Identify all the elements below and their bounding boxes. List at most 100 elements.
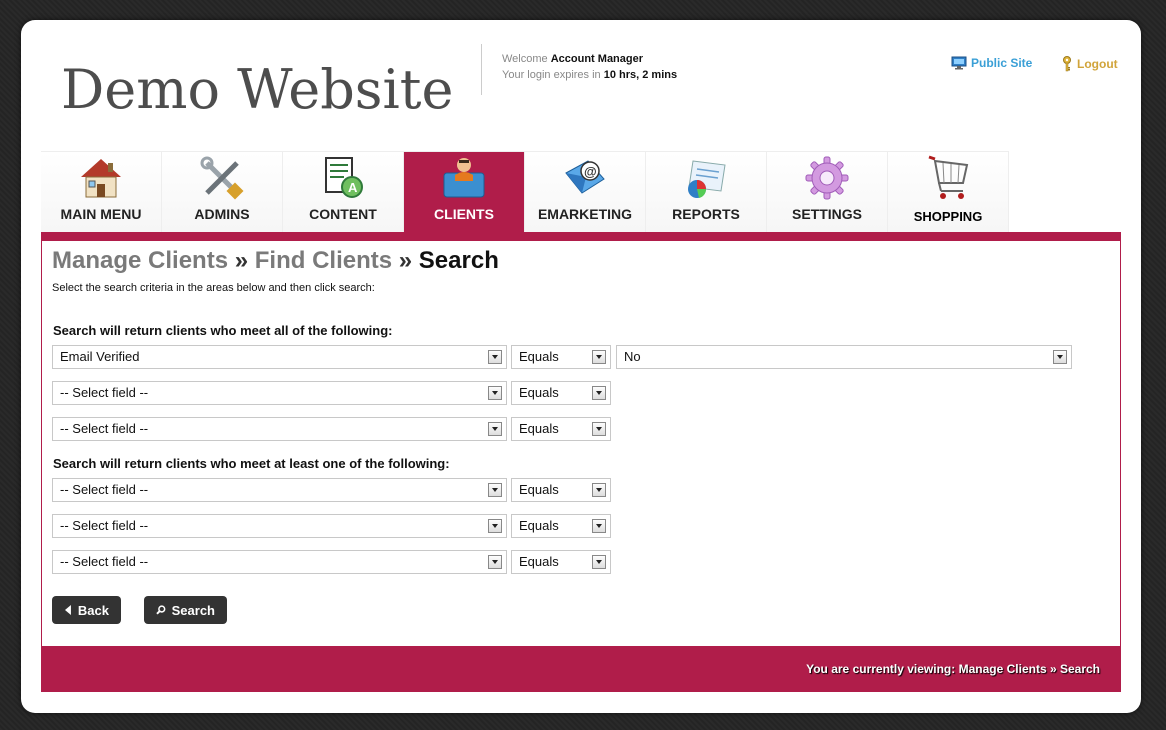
all-operator-select-1[interactable]: Equals [511, 345, 611, 369]
cart-icon [928, 155, 969, 199]
welcome-prefix: Welcome [502, 53, 548, 65]
page-title: Manage Clients » Find Clients » Search [52, 247, 499, 275]
page-frame: Demo Website Welcome Account Manager You… [21, 20, 1141, 713]
report-icon [688, 160, 726, 198]
instructions-text: Select the search criteria in the areas … [52, 282, 375, 294]
select-value: -- Select field -- [60, 385, 149, 400]
clients-icon [443, 158, 485, 198]
tab-settings[interactable]: SETTINGS [767, 151, 888, 232]
expires-line: Your login expires in 10 hrs, 2 mins [502, 67, 677, 83]
select-value: Equals [519, 421, 559, 436]
house-icon [81, 159, 121, 198]
group-any-title: Search will return clients who meet at l… [53, 456, 450, 471]
dropdown-arrow-icon [488, 519, 502, 533]
select-value: Equals [519, 349, 559, 364]
select-value: Equals [519, 482, 559, 497]
any-field-select-2[interactable]: -- Select field -- [52, 514, 507, 538]
current-location: You are currently viewing: Manage Client… [806, 662, 1100, 676]
tab-label: EMARKETING [537, 206, 633, 222]
tab-label: REPORTS [672, 206, 740, 222]
logout-link[interactable]: Logout [1061, 56, 1118, 72]
tab-label: SETTINGS [791, 206, 862, 222]
tab-main-menu[interactable]: MAIN MENU [41, 151, 162, 232]
all-operator-select-3[interactable]: Equals [511, 417, 611, 441]
dropdown-arrow-icon [592, 555, 606, 569]
main-panel: Manage Clients » Find Clients » Search S… [41, 232, 1121, 656]
welcome-box: Welcome Account Manager Your login expir… [481, 44, 677, 95]
dropdown-arrow-icon [1053, 350, 1067, 364]
select-value: -- Select field -- [60, 421, 149, 436]
all-field-select-2[interactable]: -- Select field -- [52, 381, 507, 405]
dropdown-arrow-icon [488, 386, 502, 400]
breadcrumb-separator: » [398, 247, 413, 274]
email-icon: @ [565, 160, 605, 194]
dropdown-arrow-icon [488, 555, 502, 569]
tab-reports[interactable]: REPORTS [646, 151, 767, 232]
tab-shopping[interactable]: SHOPPING [888, 151, 1009, 232]
select-value: Email Verified [60, 349, 140, 364]
tab-content[interactable]: A CONTENT [283, 151, 404, 232]
breadcrumb-manage-clients[interactable]: Manage Clients [52, 247, 228, 274]
select-value: -- Select field -- [60, 554, 149, 569]
svg-text:A: A [348, 180, 358, 195]
any-field-select-3[interactable]: -- Select field -- [52, 550, 507, 574]
select-value: -- Select field -- [60, 518, 149, 533]
user-name: Account Manager [550, 53, 644, 65]
dropdown-arrow-icon [592, 483, 606, 497]
tab-clients[interactable]: CLIENTS [404, 151, 525, 232]
select-value: -- Select field -- [60, 482, 149, 497]
footer-bar: You are currently viewing: Manage Client… [41, 646, 1121, 692]
any-operator-select-1[interactable]: Equals [511, 478, 611, 502]
search-button-label: Search [171, 602, 215, 618]
document-icon: A [325, 157, 363, 198]
all-operator-select-2[interactable]: Equals [511, 381, 611, 405]
main-nav-tabs: MAIN MENU ADMINS A CONTENT CLIENTS @ EMA… [41, 151, 1009, 232]
dropdown-arrow-icon [488, 483, 502, 497]
tab-label: CLIENTS [434, 206, 494, 222]
tab-emarketing[interactable]: @ EMARKETING [525, 151, 646, 232]
breadcrumb-separator: » [234, 247, 249, 274]
monitor-icon [951, 56, 967, 70]
tab-admins[interactable]: ADMINS [162, 151, 283, 232]
any-field-select-1[interactable]: -- Select field -- [52, 478, 507, 502]
breadcrumb-current: Search [418, 247, 499, 274]
back-button[interactable]: Back [52, 596, 121, 624]
any-operator-select-2[interactable]: Equals [511, 514, 611, 538]
logout-label: Logout [1077, 57, 1118, 71]
current-location-prefix: You are currently viewing: [806, 662, 956, 676]
select-value: No [624, 349, 641, 364]
expires-time: 10 hrs, 2 mins [603, 69, 678, 81]
breadcrumb-find-clients[interactable]: Find Clients [255, 247, 392, 274]
dropdown-arrow-icon [592, 350, 606, 364]
any-operator-select-3[interactable]: Equals [511, 550, 611, 574]
all-field-select-1[interactable]: Email Verified [52, 345, 507, 369]
tab-label: MAIN MENU [60, 206, 142, 222]
search-button[interactable]: Search [144, 596, 227, 624]
expires-prefix: Your login expires in [502, 69, 601, 81]
search-icon [156, 605, 166, 615]
back-button-label: Back [77, 602, 109, 618]
dropdown-arrow-icon [592, 519, 606, 533]
svg-text:@: @ [584, 164, 597, 179]
tab-label: SHOPPING [913, 209, 983, 224]
tools-icon [200, 156, 244, 200]
dropdown-arrow-icon [592, 422, 606, 436]
key-icon [1063, 56, 1071, 72]
tab-label: CONTENT [309, 206, 377, 222]
group-all-title: Search will return clients who meet all … [53, 323, 393, 338]
public-site-label: Public Site [971, 56, 1033, 70]
tab-label: ADMINS [194, 206, 250, 222]
all-field-select-3[interactable]: -- Select field -- [52, 417, 507, 441]
select-value: Equals [519, 518, 559, 533]
arrow-left-icon [64, 605, 71, 615]
dropdown-arrow-icon [592, 386, 606, 400]
site-logo: Demo Website [61, 58, 454, 121]
welcome-line: Welcome Account Manager [502, 51, 677, 67]
current-location-path: Manage Clients » Search [958, 662, 1100, 676]
dropdown-arrow-icon [488, 422, 502, 436]
public-site-link[interactable]: Public Site [951, 56, 1032, 70]
dropdown-arrow-icon [488, 350, 502, 364]
gear-icon [805, 156, 849, 200]
select-value: Equals [519, 385, 559, 400]
all-value-select-1[interactable]: No [616, 345, 1072, 369]
